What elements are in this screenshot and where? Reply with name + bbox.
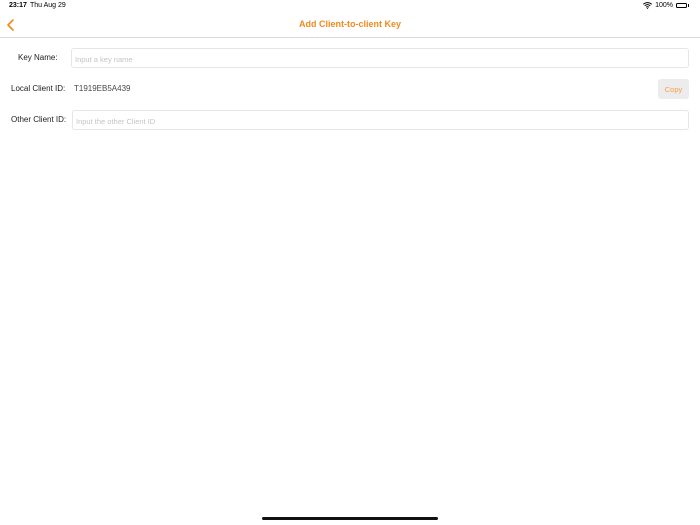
- key-name-label: Key Name:: [18, 53, 58, 62]
- local-client-id-label: Local Client ID:: [11, 84, 66, 93]
- other-client-id-input[interactable]: [73, 112, 688, 131]
- key-name-row: Key Name:: [0, 48, 700, 70]
- other-client-id-field-container: [72, 110, 689, 131]
- status-bar: 23:17 Thu Aug 29 100%: [0, 0, 700, 12]
- page-title: Add Client-to-client Key: [298, 19, 401, 29]
- key-name-input[interactable]: [72, 50, 688, 69]
- other-client-id-label: Other Client ID:: [11, 115, 67, 124]
- home-indicator[interactable]: [262, 517, 438, 520]
- local-client-id-row: Local Client ID: T1919EB5A439 Copy: [0, 79, 700, 101]
- battery-percent: 100%: [655, 2, 673, 9]
- navigation-bar: Add Client-to-client Key: [0, 12, 700, 38]
- status-indicators: 100%: [643, 2, 690, 9]
- other-client-id-row: Other Client ID:: [0, 110, 700, 132]
- battery-icon: [676, 2, 690, 9]
- key-name-field-container: [71, 48, 689, 69]
- status-time: 23:17: [9, 2, 27, 9]
- status-date: Thu Aug 29: [30, 2, 66, 9]
- wifi-icon: [643, 2, 653, 9]
- copy-button[interactable]: Copy: [658, 79, 689, 99]
- local-client-id-value: T1919EB5A439: [74, 84, 131, 93]
